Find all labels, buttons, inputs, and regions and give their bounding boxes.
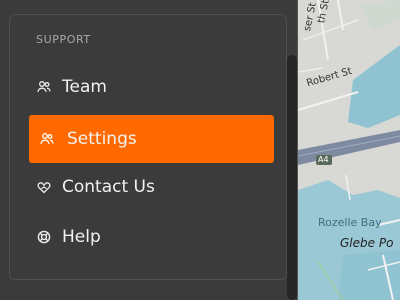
sidebar-item-label: Team [62,77,107,97]
map-canvas [298,0,400,300]
sidebar-item-settings[interactable]: Settings [29,115,274,163]
sidebar-item-label: Contact Us [62,177,155,197]
sidebar-item-help[interactable]: Help [29,213,274,261]
lifebuoy-icon [35,228,53,246]
heart-hand-icon [35,178,53,196]
users-icon [38,130,56,148]
map-bay-label: Rozelle Bay [318,216,382,229]
sidebar-item-team[interactable]: Team [29,63,274,111]
users-icon [35,78,53,96]
road-badge: A4 [318,155,329,164]
sidebar-item-label: Help [62,227,101,247]
section-title: SUPPORT [36,33,91,46]
map-view[interactable]: th St ser St Robert St A4 Rozelle Bay Gl… [298,0,400,300]
scrollbar[interactable] [287,55,297,300]
sidebar-item-contact-us[interactable]: Contact Us [29,163,274,211]
map-area-label: Glebe Po [340,236,394,250]
sidebar-item-label: Settings [67,129,137,149]
